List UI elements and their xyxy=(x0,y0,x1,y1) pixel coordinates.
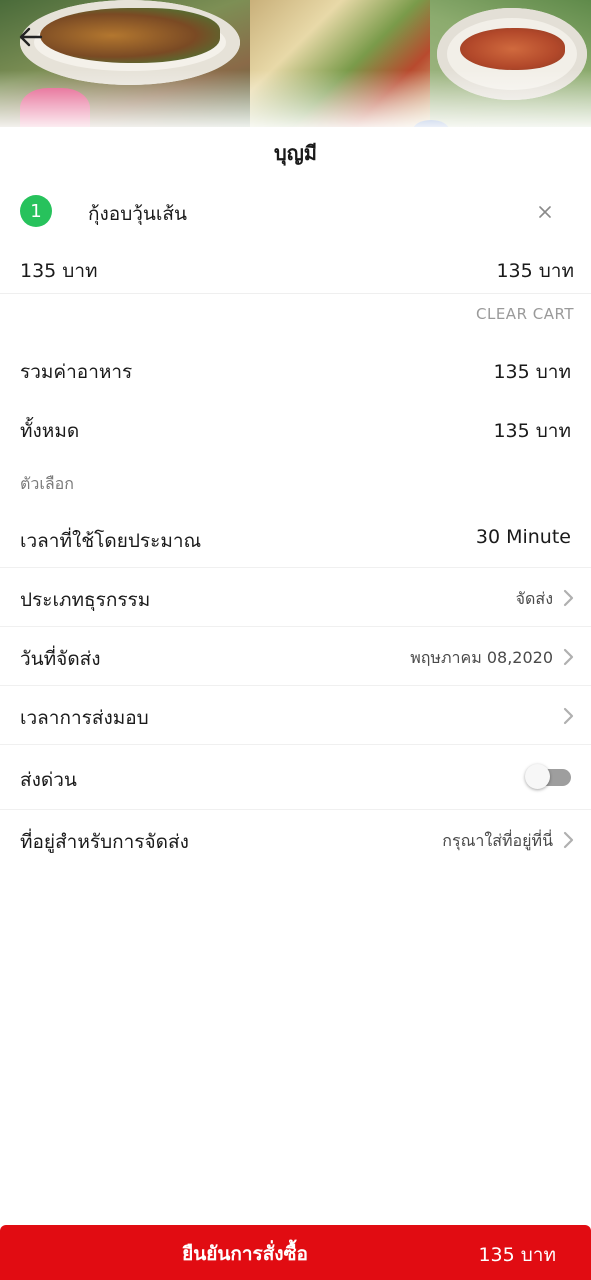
estimated-time-value: 30 Minute xyxy=(475,526,571,548)
address-label: ที่อยู่สำหรับการจัดส่ง xyxy=(20,831,189,853)
cart-item: 1 กุ้งอบวุ้นเส้น xyxy=(0,195,591,231)
address-row[interactable]: ที่อยู่สำหรับการจัดส่ง กรุณาใส่ที่อยู่ที… xyxy=(0,810,591,869)
grand-total-label: ทั้งหมด xyxy=(20,420,80,442)
chevron-right-icon xyxy=(563,589,574,607)
back-button[interactable] xyxy=(14,20,48,54)
business-type-row[interactable]: ประเภทธุรกรรม จัดส่ง xyxy=(0,568,591,627)
chevron-right-icon xyxy=(563,831,574,849)
shop-title: บุญมี xyxy=(274,141,317,165)
food-total-label: รวมค่าอาหาร xyxy=(20,361,133,383)
estimated-time-label: เวลาที่ใช้โดยประมาณ xyxy=(20,530,202,552)
address-placeholder: กรุณาใส่ที่อยู่ที่นี่ xyxy=(442,831,553,850)
fish-shape xyxy=(40,8,220,63)
item-unit-price: 135 บาท xyxy=(20,260,98,282)
express-row: ส่งด่วน xyxy=(0,746,591,810)
fish-shape xyxy=(460,28,565,70)
grand-total-row: ทั้งหมด 135 บาท xyxy=(0,416,591,456)
item-name: กุ้งอบวุ้นเส้น xyxy=(88,203,187,225)
chevron-right-icon xyxy=(563,707,574,725)
quantity-badge: 1 xyxy=(20,195,52,227)
item-price-row: 135 บาท 135 บาท xyxy=(0,254,591,294)
delivery-date-label: วันที่จัดส่ง xyxy=(20,648,101,670)
cart-sheet: บุญมี 1 กุ้งอบวุ้นเส้น 135 บาท 135 บาท C… xyxy=(0,127,591,1280)
business-type-label: ประเภทธุรกรรม xyxy=(20,589,151,611)
clear-cart-button[interactable]: CLEAR CART xyxy=(476,305,574,323)
chevron-right-icon xyxy=(563,648,574,666)
delivery-time-row[interactable]: เวลาการส่งมอบ xyxy=(0,686,591,745)
item-line-total: 135 บาท xyxy=(496,260,574,282)
confirm-order-label: ยืนยันการสั่งซื้อ xyxy=(182,1243,308,1265)
remove-item-button[interactable] xyxy=(532,199,558,225)
food-total-value: 135 บาท xyxy=(493,361,571,383)
confirm-order-price: 135 บาท xyxy=(478,1244,556,1266)
arrow-left-icon xyxy=(19,27,43,47)
toggle-knob xyxy=(525,764,550,789)
confirm-order-button[interactable]: ยืนยันการสั่งซื้อ 135 บาท xyxy=(0,1225,591,1280)
delivery-date-value: พฤษภาคม 08,2020 xyxy=(410,648,553,667)
header-banner xyxy=(0,0,591,127)
delivery-date-row[interactable]: วันที่จัดส่ง พฤษภาคม 08,2020 xyxy=(0,627,591,686)
banner-fade xyxy=(0,70,591,127)
food-total-row: รวมค่าอาหาร 135 บาท xyxy=(0,357,591,397)
express-label: ส่งด่วน xyxy=(20,769,77,791)
estimated-time-row: เวลาที่ใช้โดยประมาณ 30 Minute xyxy=(0,509,591,568)
delivery-time-label: เวลาการส่งมอบ xyxy=(20,707,149,729)
options-heading: ตัวเลือก xyxy=(20,474,74,493)
business-type-value: จัดส่ง xyxy=(515,589,553,608)
close-icon xyxy=(539,206,551,218)
grand-total-value: 135 บาท xyxy=(493,420,571,442)
express-toggle[interactable] xyxy=(525,764,571,789)
